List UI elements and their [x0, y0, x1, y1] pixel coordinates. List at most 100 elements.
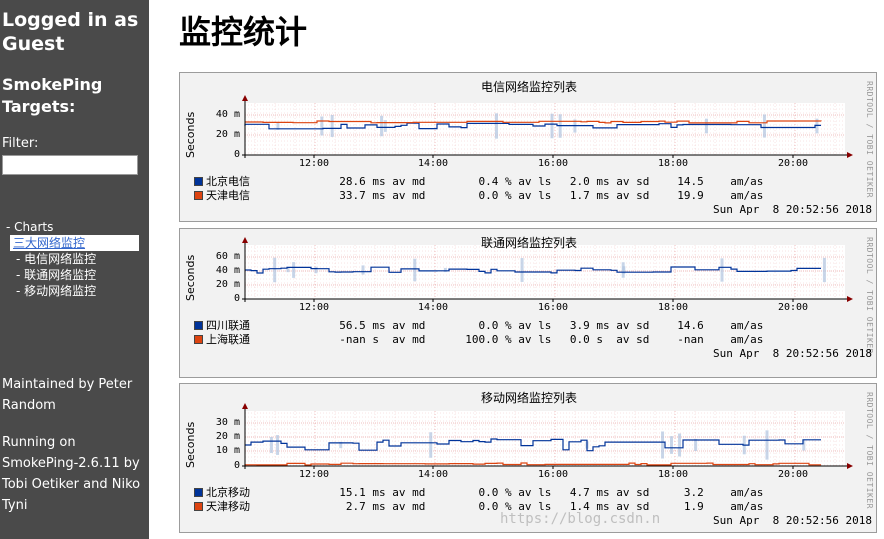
smoke-bar [361, 265, 365, 275]
legend-am: -nan am/as [664, 333, 764, 346]
legend-swatch [194, 488, 203, 497]
y-tick-label: 30 m [215, 417, 240, 428]
legend-row: 四川联通 56.5 ms av md 0.0 % av ls 3.9 ms av… [194, 319, 764, 332]
graph-timestamp: Sun Apr 8 20:52:56 2018 [713, 347, 872, 360]
rrdtool-credit: RRDTOOL / TOBI OETIKER [865, 81, 874, 198]
legend-row: 北京移动 15.1 ms av md 0.0 % av ls 4.7 ms av… [194, 486, 764, 499]
filter-label: Filter: [2, 136, 39, 151]
legend-median: 2.7 ms av md [326, 500, 426, 513]
smoke-bar [694, 439, 698, 451]
x-tick-label: 14:00 [417, 158, 449, 169]
legend-name: 天津移动 [206, 500, 250, 513]
smoke-bar [413, 258, 417, 282]
legend-swatch [194, 177, 203, 186]
legend-am: 1.9 am/as [664, 500, 764, 513]
legend-am: 19.9 am/as [664, 189, 764, 202]
smoke-bar [822, 257, 826, 283]
legend-loss: 0.0 % av ls [452, 486, 552, 499]
menu-item-telecom[interactable]: - 电信网络监控 [14, 251, 134, 267]
legend-sd: 4.7 ms av sd [550, 486, 650, 499]
graph-timestamp: Sun Apr 8 20:52:56 2018 [713, 514, 872, 527]
smoke-bar [669, 436, 673, 454]
legend-sd: 0.0 s av sd [550, 333, 650, 346]
y-tick-label: 0 [233, 293, 240, 304]
smoke-bar [678, 433, 682, 457]
y-tick-label: 40 m [215, 265, 240, 276]
x-tick-label: 18:00 [657, 302, 689, 313]
legend-sd: 2.0 ms av sd [550, 175, 650, 188]
y-tick-label: 0 [233, 149, 240, 160]
legend-median: -nan s av md [326, 333, 426, 346]
y-axis-label: Seconds [184, 421, 197, 468]
login-status: Logged in as Guest [2, 9, 139, 55]
smoke-bar [765, 430, 769, 460]
menu-item-mobile[interactable]: - 移动网络监控 [14, 283, 134, 299]
y-tick-label: 0 [233, 460, 240, 471]
legend-name: 北京移动 [206, 486, 250, 499]
target-menu: - Charts 三大网络监控 - 电信网络监控 - 联通网络监控 - 移动网络… [0, 219, 149, 299]
page-title: 监控统计 [179, 13, 308, 51]
x-tick-label: 12:00 [298, 302, 330, 313]
targets-heading: SmokePing Targets: [2, 75, 103, 116]
filter-input[interactable] [2, 155, 138, 175]
graph-panel[interactable]: 电信网络监控列表 Seconds RRDTOOL / TOBI OETIKER 40 … [179, 72, 877, 222]
legend-name: 四川联通 [206, 319, 250, 332]
menu-item-charts[interactable]: - Charts [0, 219, 149, 235]
smoke-bar [330, 114, 334, 138]
graph-timestamp: Sun Apr 8 20:52:56 2018 [713, 203, 872, 216]
rrdtool-credit: RRDTOOL / TOBI OETIKER [865, 392, 874, 509]
y-tick-label: 40 m [215, 109, 240, 120]
smoke-bar [443, 267, 447, 273]
legend-loss: 0.0 % av ls [452, 319, 552, 332]
smoke-bar [550, 113, 554, 139]
x-tick-label: 20:00 [777, 302, 809, 313]
legend-loss: 0.0 % av ls [452, 500, 552, 513]
x-tick-label: 12:00 [298, 158, 330, 169]
y-axis-label: Seconds [184, 111, 197, 158]
smoke-bar [276, 435, 280, 455]
legend-loss: 0.4 % av ls [452, 175, 552, 188]
legend-row: 上海联通 -nan s av md 100.0 % av ls 0.0 s av… [194, 333, 764, 346]
y-axis-label: Seconds [184, 254, 197, 301]
smoke-bar [314, 266, 318, 274]
x-tick-label: 18:00 [657, 158, 689, 169]
graph-panel[interactable]: 联通网络监控列表 Seconds RRDTOOL / TOBI OETIKER 60 … [179, 228, 877, 378]
legend-swatch [194, 191, 203, 200]
graph-panel[interactable]: 移动网络监控列表 Seconds RRDTOOL / TOBI OETIKER 30 … [179, 383, 877, 533]
menu-item-three-networks[interactable]: 三大网络监控 [10, 235, 139, 251]
smoke-bar [720, 258, 724, 282]
smoke-bar [661, 431, 665, 459]
graph-title: 移动网络监控列表 [480, 391, 577, 405]
maintainer-text: Maintained by Peter Random [2, 377, 133, 413]
legend-swatch [194, 502, 203, 511]
legend-loss: 0.0 % av ls [452, 189, 552, 202]
smoke-bar [292, 262, 296, 278]
legend-sd: 3.9 ms av sd [550, 319, 650, 332]
smoke-bar [380, 115, 384, 137]
x-tick-label: 20:00 [777, 158, 809, 169]
legend-row: 天津移动 2.7 ms av md 0.0 % av ls 1.4 ms av … [194, 500, 764, 513]
x-tick-label: 14:00 [417, 302, 449, 313]
legend-sd: 1.4 ms av sd [550, 500, 650, 513]
menu-item-unicom[interactable]: - 联通网络监控 [14, 267, 134, 283]
legend-loss: 100.0 % av ls [452, 333, 552, 346]
y-tick-label: 10 m [215, 445, 240, 456]
legend-row: 天津电信 33.7 ms av md 0.0 % av ls 1.7 ms av… [194, 189, 764, 202]
smoke-bar [494, 113, 498, 139]
legend-median: 33.7 ms av md [326, 189, 426, 202]
legend-sd: 1.7 ms av sd [550, 189, 650, 202]
y-tick-label: 20 m [215, 431, 240, 442]
legend-swatch [194, 335, 203, 344]
legend-median: 56.5 ms av md [326, 319, 426, 332]
sidebar: Logged in as Guest SmokePing Targets: Fi… [0, 0, 149, 539]
graph-title: 联通网络监控列表 [480, 236, 577, 250]
x-tick-label: 12:00 [298, 469, 330, 480]
smoke-bar [320, 116, 324, 136]
x-tick-label: 14:00 [417, 469, 449, 480]
legend-am: 3.2 am/as [664, 486, 764, 499]
running-on-text: Running on SmokePing-2.6.11 by Tobi Oeti… [2, 435, 141, 513]
legend-am: 14.6 am/as [664, 319, 764, 332]
legend-median: 28.6 ms av md [326, 175, 426, 188]
smoke-bar [269, 436, 273, 454]
legend-name: 北京电信 [206, 175, 250, 188]
